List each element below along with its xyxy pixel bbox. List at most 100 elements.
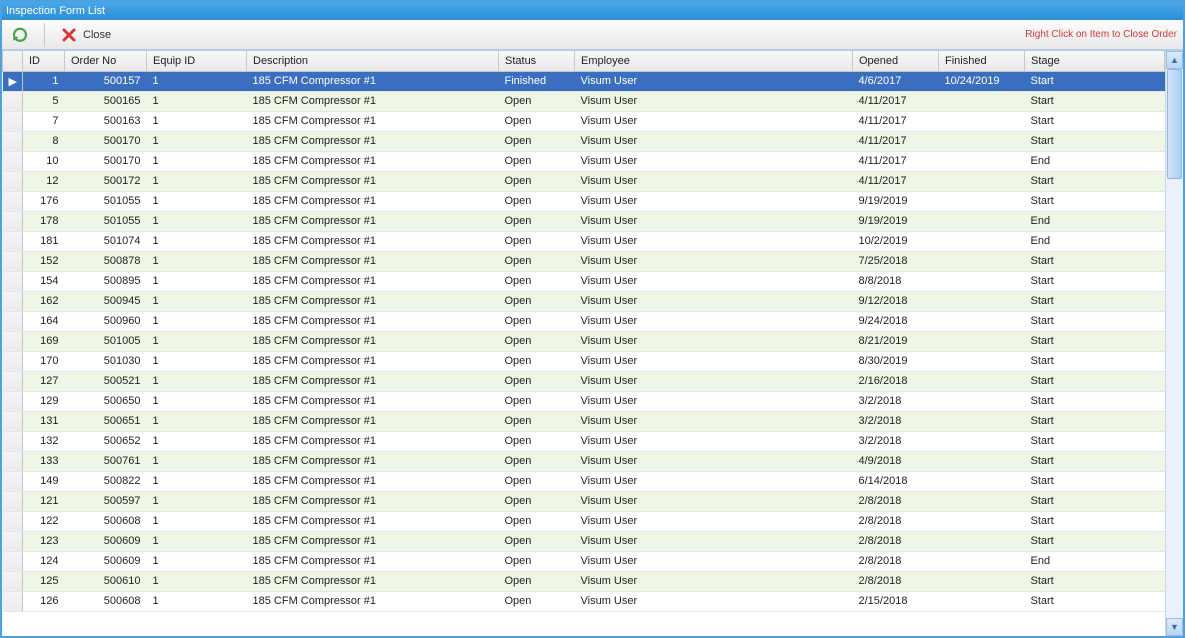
cell-order-no[interactable]: 500165	[65, 91, 147, 111]
cell-employee[interactable]: Visum User	[575, 131, 853, 151]
cell-opened[interactable]: 2/8/2018	[853, 551, 939, 571]
cell-employee[interactable]: Visum User	[575, 431, 853, 451]
row-indicator[interactable]	[3, 371, 23, 391]
cell-order-no[interactable]: 500822	[65, 471, 147, 491]
cell-stage[interactable]: Start	[1025, 311, 1165, 331]
cell-status[interactable]: Open	[499, 131, 575, 151]
cell-employee[interactable]: Visum User	[575, 111, 853, 131]
cell-opened[interactable]: 9/19/2019	[853, 211, 939, 231]
cell-finished[interactable]	[939, 551, 1025, 571]
cell-description[interactable]: 185 CFM Compressor #1	[247, 531, 499, 551]
cell-order-no[interactable]: 500878	[65, 251, 147, 271]
cell-equip-id[interactable]: 1	[147, 511, 247, 531]
col-rowhead[interactable]	[3, 51, 23, 71]
cell-finished[interactable]	[939, 251, 1025, 271]
cell-equip-id[interactable]: 1	[147, 571, 247, 591]
cell-order-no[interactable]: 500597	[65, 491, 147, 511]
cell-opened[interactable]: 2/8/2018	[853, 491, 939, 511]
cell-status[interactable]: Open	[499, 231, 575, 251]
table-row[interactable]: 125001721185 CFM Compressor #1OpenVisum …	[3, 171, 1165, 191]
cell-opened[interactable]: 9/19/2019	[853, 191, 939, 211]
scroll-track[interactable]	[1166, 69, 1183, 618]
row-indicator[interactable]	[3, 351, 23, 371]
col-stage[interactable]: Stage	[1025, 51, 1165, 71]
cell-stage[interactable]: Start	[1025, 371, 1165, 391]
cell-employee[interactable]: Visum User	[575, 351, 853, 371]
cell-order-no[interactable]: 500960	[65, 311, 147, 331]
close-button[interactable]: Close	[53, 25, 119, 45]
cell-description[interactable]: 185 CFM Compressor #1	[247, 151, 499, 171]
cell-status[interactable]: Open	[499, 111, 575, 131]
cell-stage[interactable]: End	[1025, 231, 1165, 251]
cell-stage[interactable]: Start	[1025, 111, 1165, 131]
cell-id[interactable]: 123	[23, 531, 65, 551]
col-employee[interactable]: Employee	[575, 51, 853, 71]
data-grid[interactable]: ID Order No Equip ID Description Status …	[2, 51, 1165, 636]
cell-opened[interactable]: 4/11/2017	[853, 151, 939, 171]
cell-description[interactable]: 185 CFM Compressor #1	[247, 551, 499, 571]
cell-employee[interactable]: Visum User	[575, 391, 853, 411]
cell-stage[interactable]: Start	[1025, 511, 1165, 531]
row-indicator[interactable]	[3, 511, 23, 531]
row-indicator[interactable]: ▶	[3, 71, 23, 91]
cell-order-no[interactable]: 500651	[65, 411, 147, 431]
cell-employee[interactable]: Visum User	[575, 251, 853, 271]
cell-id[interactable]: 8	[23, 131, 65, 151]
cell-order-no[interactable]: 500610	[65, 571, 147, 591]
cell-finished[interactable]	[939, 371, 1025, 391]
cell-description[interactable]: 185 CFM Compressor #1	[247, 271, 499, 291]
table-row[interactable]: 1235006091185 CFM Compressor #1OpenVisum…	[3, 531, 1165, 551]
cell-equip-id[interactable]: 1	[147, 351, 247, 371]
row-indicator[interactable]	[3, 411, 23, 431]
row-indicator[interactable]	[3, 171, 23, 191]
table-row[interactable]: 75001631185 CFM Compressor #1OpenVisum U…	[3, 111, 1165, 131]
cell-employee[interactable]: Visum User	[575, 411, 853, 431]
cell-equip-id[interactable]: 1	[147, 551, 247, 571]
cell-equip-id[interactable]: 1	[147, 371, 247, 391]
col-finished[interactable]: Finished	[939, 51, 1025, 71]
cell-description[interactable]: 185 CFM Compressor #1	[247, 251, 499, 271]
cell-id[interactable]: 10	[23, 151, 65, 171]
cell-stage[interactable]: Start	[1025, 531, 1165, 551]
cell-finished[interactable]	[939, 351, 1025, 371]
cell-opened[interactable]: 8/30/2019	[853, 351, 939, 371]
cell-finished[interactable]	[939, 131, 1025, 151]
cell-equip-id[interactable]: 1	[147, 171, 247, 191]
row-indicator[interactable]	[3, 211, 23, 231]
cell-opened[interactable]: 6/14/2018	[853, 471, 939, 491]
cell-employee[interactable]: Visum User	[575, 511, 853, 531]
cell-finished[interactable]	[939, 231, 1025, 251]
cell-id[interactable]: 125	[23, 571, 65, 591]
cell-description[interactable]: 185 CFM Compressor #1	[247, 491, 499, 511]
cell-employee[interactable]: Visum User	[575, 231, 853, 251]
cell-equip-id[interactable]: 1	[147, 71, 247, 91]
window-titlebar[interactable]: Inspection Form List	[2, 2, 1183, 20]
cell-finished[interactable]	[939, 151, 1025, 171]
cell-employee[interactable]: Visum User	[575, 151, 853, 171]
cell-description[interactable]: 185 CFM Compressor #1	[247, 451, 499, 471]
cell-opened[interactable]: 7/25/2018	[853, 251, 939, 271]
table-row[interactable]: 1495008221185 CFM Compressor #1OpenVisum…	[3, 471, 1165, 491]
cell-order-no[interactable]: 500608	[65, 591, 147, 611]
cell-id[interactable]: 124	[23, 551, 65, 571]
cell-equip-id[interactable]: 1	[147, 91, 247, 111]
cell-finished[interactable]	[939, 451, 1025, 471]
cell-order-no[interactable]: 501055	[65, 211, 147, 231]
cell-order-no[interactable]: 500163	[65, 111, 147, 131]
cell-employee[interactable]: Visum User	[575, 451, 853, 471]
cell-employee[interactable]: Visum User	[575, 211, 853, 231]
table-row[interactable]: 1265006081185 CFM Compressor #1OpenVisum…	[3, 591, 1165, 611]
cell-id[interactable]: 132	[23, 431, 65, 451]
table-row[interactable]: 1295006501185 CFM Compressor #1OpenVisum…	[3, 391, 1165, 411]
cell-stage[interactable]: End	[1025, 551, 1165, 571]
cell-employee[interactable]: Visum User	[575, 171, 853, 191]
col-order-no[interactable]: Order No	[65, 51, 147, 71]
cell-stage[interactable]: Start	[1025, 431, 1165, 451]
cell-description[interactable]: 185 CFM Compressor #1	[247, 291, 499, 311]
row-indicator[interactable]	[3, 91, 23, 111]
cell-status[interactable]: Open	[499, 371, 575, 391]
cell-opened[interactable]: 2/16/2018	[853, 371, 939, 391]
cell-opened[interactable]: 2/8/2018	[853, 511, 939, 531]
cell-id[interactable]: 127	[23, 371, 65, 391]
cell-id[interactable]: 181	[23, 231, 65, 251]
